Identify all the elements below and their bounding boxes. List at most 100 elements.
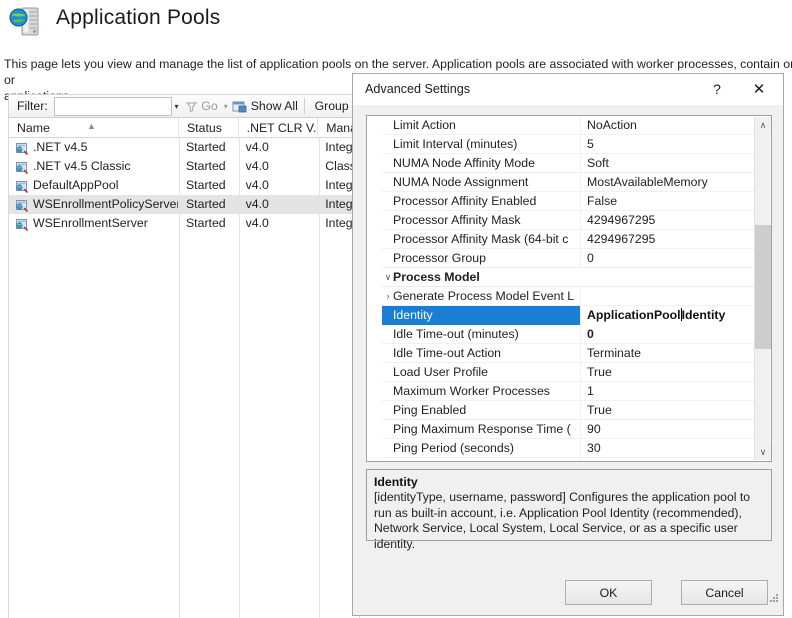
close-icon[interactable]: ✕ bbox=[739, 74, 779, 104]
setting-name: Processor Affinity Mask bbox=[382, 210, 581, 230]
scrollbar-thumb[interactable] bbox=[755, 225, 771, 349]
scroll-up-icon[interactable]: ∧ bbox=[755, 117, 771, 133]
setting-value[interactable]: 90 bbox=[581, 458, 771, 462]
settings-row[interactable]: Processor Affinity Enabled False bbox=[382, 191, 771, 211]
setting-value[interactable]: Terminate bbox=[581, 344, 771, 363]
table-row[interactable]: .NET v4.5 Started v4.0 Integr bbox=[9, 138, 359, 157]
pool-name-cell: WSEnrollmentServer bbox=[9, 214, 178, 233]
app-pool-icon bbox=[15, 179, 29, 193]
pool-clr-version-cell: v4.0 bbox=[245, 216, 269, 230]
ok-button[interactable]: OK bbox=[565, 580, 652, 605]
setting-value[interactable]: ApplicationPoolIdentity bbox=[581, 305, 771, 325]
pool-name-label: WSEnrollmentPolicyServer bbox=[33, 197, 178, 211]
settings-row[interactable]: IdentityApplicationPoolIdentity... bbox=[382, 305, 771, 325]
app-pool-icon bbox=[15, 141, 29, 155]
setting-value[interactable]: Soft bbox=[581, 154, 771, 173]
table-row[interactable]: WSEnrollmentPolicyServer Started v4.0 Integ… bbox=[9, 195, 359, 214]
column-header-name[interactable]: Name ▲ bbox=[9, 118, 178, 138]
list-rows: .NET v4.5 Started v4.0 Integr .NET v4.5 Clas… bbox=[9, 138, 359, 233]
settings-row[interactable]: Load User Profile True bbox=[382, 362, 771, 382]
settings-row[interactable]: Idle Time-out (minutes) 0 bbox=[382, 324, 771, 344]
settings-row[interactable]: Idle Time-out Action Terminate bbox=[382, 343, 771, 363]
toolbar-divider bbox=[303, 98, 305, 114]
app-pool-icon bbox=[15, 160, 29, 174]
setting-name: Shutdown Time Limit (seconds) bbox=[382, 457, 581, 461]
settings-row[interactable]: Ping Maximum Response Time (90 bbox=[382, 419, 771, 439]
table-row[interactable]: .NET v4.5 Classic Started v4.0 Classi bbox=[9, 157, 359, 176]
setting-value[interactable]: MostAvailableMemory bbox=[581, 173, 771, 192]
settings-grid-rows: Limit Action NoAction Limit Interval (minu… bbox=[382, 116, 771, 461]
pool-clr-version-cell: v4.0 bbox=[245, 140, 269, 154]
chevron-down-icon[interactable]: ▾ bbox=[172, 97, 182, 116]
pool-name-label: .NET v4.5 bbox=[33, 140, 88, 154]
settings-row[interactable]: NUMA Node Affinity Mode Soft bbox=[382, 153, 771, 173]
table-row[interactable]: WSEnrollmentServer Started v4.0 Integr bbox=[9, 214, 359, 233]
setting-name: Idle Time-out Action bbox=[382, 343, 581, 363]
cancel-button[interactable]: Cancel bbox=[681, 580, 768, 605]
chevron-right-icon[interactable]: › bbox=[383, 291, 393, 301]
settings-row[interactable]: › Generate Process Model Event L bbox=[382, 286, 771, 306]
table-row[interactable]: DefaultAppPool Started v4.0 Integr bbox=[9, 176, 359, 195]
pool-clr-version-cell: v4.0 bbox=[245, 159, 269, 173]
setting-name: Processor Group bbox=[382, 248, 581, 268]
funnel-icon bbox=[185, 100, 198, 113]
help-button[interactable]: ? bbox=[697, 74, 737, 104]
description-title: Identity bbox=[374, 475, 418, 489]
settings-row[interactable]: Processor Affinity Mask (64-bit c 4294967… bbox=[382, 229, 771, 249]
setting-value[interactable]: 4294967295 bbox=[581, 211, 771, 230]
grid-gutter bbox=[367, 116, 382, 461]
setting-value[interactable]: True bbox=[581, 363, 771, 382]
settings-row[interactable]: Limit Action NoAction bbox=[382, 116, 771, 135]
setting-name: Processor Affinity Enabled bbox=[382, 191, 581, 211]
go-button[interactable]: Go bbox=[201, 99, 217, 113]
page-title: Application Pools bbox=[56, 6, 221, 29]
grid-scrollbar[interactable]: ∧ ∨ bbox=[754, 117, 771, 460]
setting-value[interactable]: 5 bbox=[581, 135, 771, 154]
pool-status-cell: Started bbox=[185, 216, 226, 230]
setting-value[interactable]: True bbox=[581, 401, 771, 420]
setting-value[interactable]: 0 bbox=[581, 249, 771, 268]
show-all-button[interactable]: Show All bbox=[251, 99, 298, 113]
column-header-status[interactable]: Status bbox=[177, 118, 238, 138]
go-dropdown-icon[interactable]: ▾ bbox=[224, 102, 228, 111]
settings-row[interactable]: Ping Period (seconds) 30 bbox=[382, 438, 771, 458]
setting-value[interactable]: 1 bbox=[581, 382, 771, 401]
settings-category-row[interactable]: ∨ Process Model bbox=[382, 268, 771, 287]
list-header: Name ▲ Status .NET CLR V... Manag bbox=[9, 118, 359, 138]
setting-name: Processor Affinity Mask (64-bit c bbox=[382, 229, 581, 249]
settings-row[interactable]: Processor Group 0 bbox=[382, 248, 771, 268]
setting-value[interactable]: 0 bbox=[581, 325, 771, 344]
chevron-down-icon[interactable]: ∨ bbox=[383, 272, 393, 283]
application-pools-list: Name ▲ Status .NET CLR V... Manag .NET v… bbox=[8, 118, 360, 618]
setting-name: Idle Time-out (minutes) bbox=[382, 324, 581, 344]
pool-name-cell: WSEnrollmentPolicyServer bbox=[9, 195, 178, 214]
resize-grip-icon[interactable] bbox=[768, 591, 780, 603]
settings-row[interactable]: Maximum Worker Processes 1 bbox=[382, 381, 771, 401]
settings-row[interactable]: Ping Enabled True bbox=[382, 400, 771, 420]
setting-value[interactable] bbox=[581, 287, 771, 306]
setting-value[interactable]: 90 bbox=[581, 420, 771, 439]
filter-input[interactable] bbox=[53, 96, 172, 116]
settings-row[interactable]: Processor Affinity Mask 4294967295 bbox=[382, 210, 771, 230]
setting-value[interactable]: 4294967295 bbox=[581, 230, 771, 249]
setting-name: Maximum Worker Processes bbox=[382, 381, 581, 401]
setting-value[interactable]: NoAction bbox=[581, 116, 771, 135]
description-body: [identityType, username, password] Confi… bbox=[374, 490, 750, 551]
setting-value[interactable]: False bbox=[581, 192, 771, 211]
dialog-titlebar[interactable]: Advanced Settings ? ✕ bbox=[353, 74, 783, 105]
column-header-name-label: Name bbox=[17, 120, 50, 135]
sort-ascending-icon: ▲ bbox=[87, 120, 96, 131]
show-all-icon bbox=[232, 100, 247, 113]
settings-row[interactable]: NUMA Node Assignment MostAvailableMemory bbox=[382, 172, 771, 192]
pool-name-label: WSEnrollmentServer bbox=[33, 216, 148, 230]
setting-description-panel: Identity [identityType, username, passwo… bbox=[366, 469, 772, 551]
pool-name-label: .NET v4.5 Classic bbox=[33, 159, 131, 173]
column-header-clr-version[interactable]: .NET CLR V... bbox=[237, 118, 317, 138]
setting-value[interactable]: 30 bbox=[581, 439, 771, 458]
advanced-settings-dialog: Advanced Settings ? ✕ Limit Action NoActi… bbox=[352, 73, 784, 616]
iis-manager-window: Application Pools This page lets you vie… bbox=[0, 0, 792, 618]
scroll-down-icon[interactable]: ∨ bbox=[755, 444, 771, 460]
settings-row[interactable]: Limit Interval (minutes) 5 bbox=[382, 134, 771, 154]
settings-row[interactable]: Shutdown Time Limit (seconds)90 bbox=[382, 457, 771, 462]
setting-value[interactable] bbox=[581, 268, 771, 287]
